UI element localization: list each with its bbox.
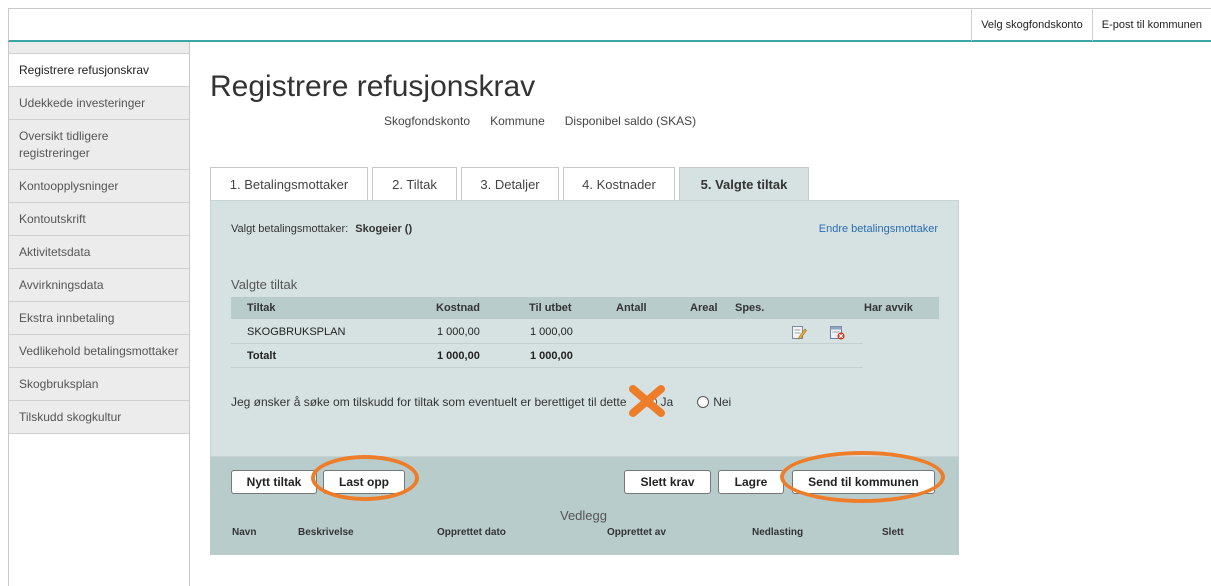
sidebar-item-registrere-refusjonskrav[interactable]: Registrere refusjonskrav [9,54,189,87]
row-kostnad: 1 000,00 [437,326,480,338]
email-municipality-link[interactable]: E-post til kommunen [1091,9,1211,41]
selected-payee: Valgt betalingsmottaker: Skogeier () [231,223,412,235]
att-col-opprettet-dato: Opprettet dato [437,527,506,538]
balance-label: Disponibel saldo (SKAS) [564,114,697,128]
sidebar-item-kontoutskrift[interactable]: Kontoutskrift [9,203,189,236]
page-title: Registrere refusjonskrav [210,70,536,103]
select-account-link[interactable]: Velg skogfondskonto [971,9,1092,41]
upload-button[interactable]: Last opp [323,470,405,494]
attachments-title: Vedlegg [560,508,607,523]
sidebar-item-avvirkningsdata[interactable]: Avvirkningsdata [9,269,189,302]
col-areal: Areal [690,302,718,314]
save-button[interactable]: Lagre [718,470,784,494]
table-row: SKOGBRUKSPLAN 1 000,00 1 000,00 [231,320,863,344]
send-to-municipality-button[interactable]: Send til kommunen [792,470,935,494]
total-row: Totalt 1 000,00 1 000,00 [231,344,863,368]
tab-tiltak[interactable]: 2. Tiltak [372,167,457,200]
row-tiltak: SKOGBRUKSPLAN [247,326,346,338]
att-col-opprettet-av: Opprettet av [607,527,666,538]
x-mark-annotation-icon [629,385,665,417]
sidebar-item-skogbruksplan[interactable]: Skogbruksplan [9,368,189,401]
grant-question-text: Jeg ønsker å søke om tilskudd for tiltak… [231,395,627,409]
new-measure-button[interactable]: Nytt tiltak [231,470,317,494]
radio-no[interactable] [697,396,710,408]
sidebar-item-kontoopplysninger[interactable]: Kontoopplysninger [9,170,189,203]
action-area: Nytt tiltak Last opp Slett krav Lagre Se… [210,451,959,555]
col-til-utbet: Til utbet [529,302,572,314]
sidebar-item-oversikt-tidligere[interactable]: Oversikt tidligere registreringer [9,120,189,170]
col-spes: Spes. [735,302,765,314]
total-kostnad: 1 000,00 [437,350,480,362]
table-header: Tiltak Kostnad Til utbet Antall Areal Sp… [231,297,939,319]
col-kostnad: Kostnad [436,302,480,314]
total-til-utbet: 1 000,00 [530,350,573,362]
row-til-utbet: 1 000,00 [530,326,573,338]
account-label: Skogfondskonto [384,114,471,128]
tab-betalingsmottaker[interactable]: 1. Betalingsmottaker [210,167,368,200]
sidebar-item-ekstra-innbetaling[interactable]: Ekstra innbetaling [9,302,189,335]
att-col-nedlasting: Nedlasting [752,527,804,538]
selected-measures-panel: Valgt betalingsmottaker: Skogeier () End… [210,200,959,457]
att-col-navn: Navn [232,527,257,538]
total-label: Totalt [247,350,277,362]
sidebar-item-vedlikehold-betalingsmottaker[interactable]: Vedlikehold betalingsmottaker [9,335,189,368]
att-col-slett: Slett [882,527,904,538]
payee-value: Skogeier () [355,223,413,235]
att-col-beskrivelse: Beskrivelse [298,527,354,538]
top-bar: Velg skogfondskonto E-post til kommunen [8,8,1211,42]
municipality-label: Kommune [490,114,545,128]
col-har-avvik: Har avvik [864,302,913,314]
tab-valgte-tiltak[interactable]: 5. Valgte tiltak [679,167,809,201]
step-tabs: 1. Betalingsmottaker 2. Tiltak 3. Detalj… [210,167,813,201]
sidebar-item-tilskudd-skogkultur[interactable]: Tilskudd skogkultur [9,401,189,434]
payee-label: Valgt betalingsmottaker: [231,223,349,235]
edit-icon[interactable] [791,324,807,340]
change-payee-link[interactable]: Endre betalingsmottaker [819,223,938,235]
radio-no-label: Nei [713,395,732,409]
tab-detaljer[interactable]: 3. Detaljer [461,167,559,200]
sidebar-item-aktivitetsdata[interactable]: Aktivitetsdata [9,236,189,269]
col-antall: Antall [616,302,647,314]
delete-claim-button[interactable]: Slett krav [624,470,711,494]
section-title: Valgte tiltak [231,277,298,292]
account-info: Skogfondskonto Kommune Disponibel saldo … [384,114,696,128]
sidebar-item-udekkede-investeringer[interactable]: Udekkede investeringer [9,87,189,120]
col-tiltak: Tiltak [247,302,276,314]
delete-row-icon[interactable] [829,324,845,340]
sidebar: Registrere refusjonskrav Udekkede invest… [8,42,190,586]
sidebar-spacer [9,42,189,54]
top-links: Velg skogfondskonto E-post til kommunen [971,9,1211,41]
tab-kostnader[interactable]: 4. Kostnader [563,167,675,200]
